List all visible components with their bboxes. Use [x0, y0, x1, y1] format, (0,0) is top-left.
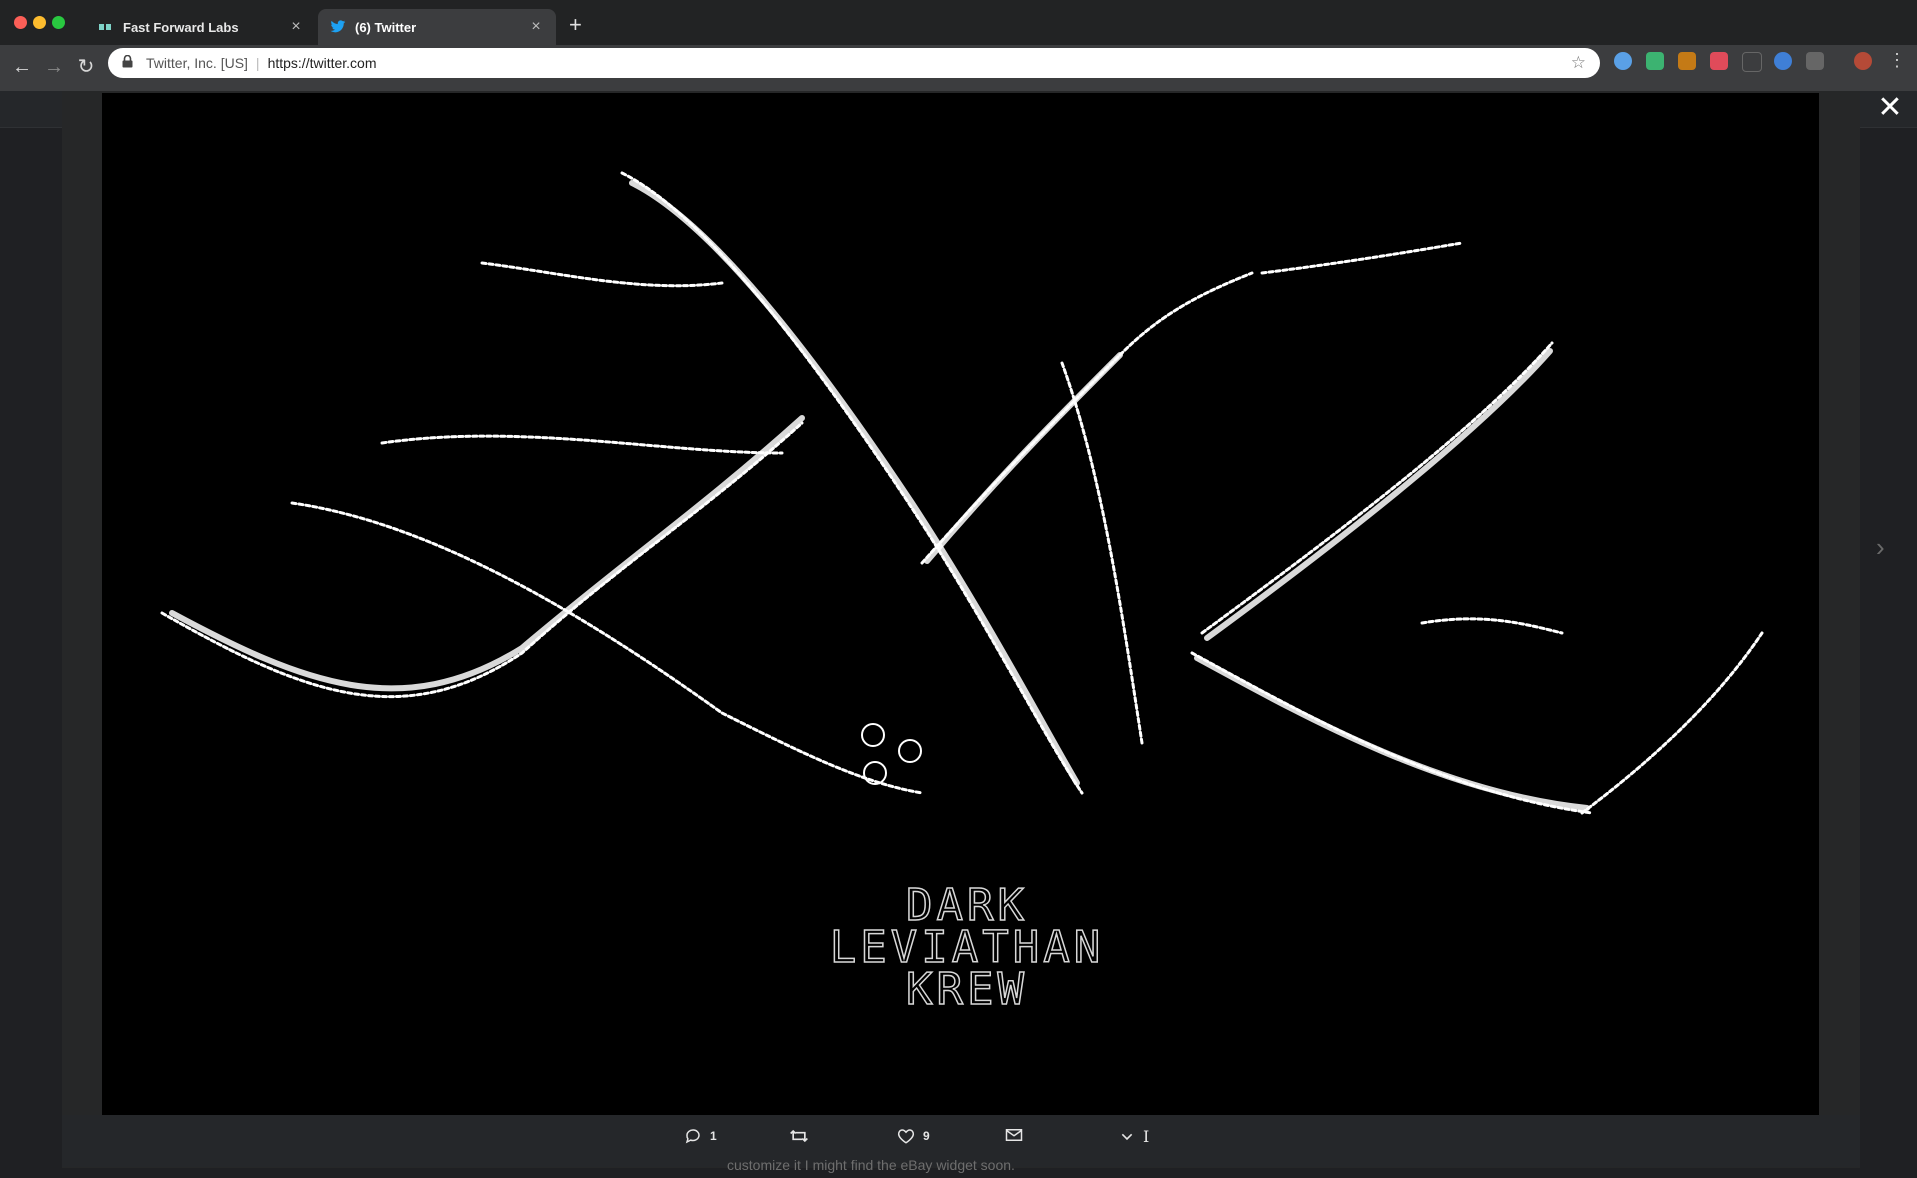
- browser-toolbar: ← → ↻ Twitter, Inc. [US] | https://twitt…: [0, 45, 1917, 91]
- ff-logo-icon: [98, 19, 114, 35]
- bookmark-star-icon[interactable]: ☆: [1571, 53, 1586, 73]
- text-cursor-icon: I: [1143, 1127, 1150, 1146]
- tab-twitter[interactable]: (6) Twitter ×: [318, 9, 556, 45]
- reply-icon: [685, 1129, 700, 1144]
- extension-icon[interactable]: [1614, 52, 1632, 70]
- extension-icon[interactable]: [1646, 52, 1664, 70]
- chevron-right-icon[interactable]: ›: [1876, 532, 1885, 563]
- maximize-window-button[interactable]: [52, 16, 65, 29]
- back-icon[interactable]: ←: [10, 55, 34, 79]
- tab-title: (6) Twitter: [355, 19, 417, 35]
- new-tab-button[interactable]: +: [569, 14, 582, 36]
- twitter-bird-icon: [330, 19, 346, 35]
- extension-icon[interactable]: [1678, 52, 1696, 70]
- retweet-button[interactable]: [789, 1127, 817, 1145]
- artwork-svg: DARK LEVIATHAN KREW: [160, 171, 1764, 1016]
- tab-fast-forward-labs[interactable]: Fast Forward Labs ×: [86, 9, 316, 45]
- tab-strip: Fast Forward Labs × (6) Twitter × +: [0, 0, 1917, 45]
- envelope-icon: [1005, 1129, 1023, 1141]
- react-icon[interactable]: [1774, 52, 1792, 70]
- chevron-down-icon: [1121, 1133, 1133, 1140]
- close-icon[interactable]: ✕: [1874, 93, 1906, 125]
- extension-icon[interactable]: [1806, 52, 1824, 70]
- browser-menu-icon[interactable]: ⋮: [1888, 50, 1906, 71]
- direct-message-button[interactable]: [1005, 1127, 1031, 1143]
- reply-button[interactable]: 1: [684, 1127, 717, 1145]
- like-button[interactable]: 9: [897, 1127, 930, 1145]
- divider: |: [255, 55, 260, 71]
- avatar[interactable]: [1854, 52, 1872, 70]
- reload-icon[interactable]: ↻: [74, 55, 98, 79]
- tweet-image: DARK LEVIATHAN KREW: [102, 93, 1819, 1115]
- lock-icon: [122, 54, 136, 71]
- reply-count: 1: [710, 1129, 717, 1143]
- close-window-button[interactable]: [14, 16, 27, 29]
- extension-icon[interactable]: [1742, 52, 1762, 72]
- address-bar[interactable]: Twitter, Inc. [US] | https://twitter.com…: [108, 48, 1600, 78]
- artwork-text-line: KREW: [906, 964, 1028, 1015]
- more-options-button[interactable]: I: [1119, 1127, 1149, 1146]
- site-identity[interactable]: Twitter, Inc. [US]: [146, 55, 248, 71]
- shield-icon[interactable]: [1710, 52, 1728, 70]
- background-tweet-text: customize it I might find the eBay widge…: [727, 1157, 1015, 1173]
- retweet-icon: [790, 1129, 808, 1143]
- close-tab-icon[interactable]: ×: [528, 19, 544, 35]
- minimize-window-button[interactable]: [33, 16, 46, 29]
- forward-icon[interactable]: →: [42, 55, 66, 79]
- heart-icon: [897, 1129, 915, 1144]
- tab-title: Fast Forward Labs: [123, 19, 239, 35]
- like-count: 9: [923, 1129, 930, 1143]
- close-tab-icon[interactable]: ×: [288, 19, 304, 35]
- url-text[interactable]: https://twitter.com: [268, 55, 1571, 71]
